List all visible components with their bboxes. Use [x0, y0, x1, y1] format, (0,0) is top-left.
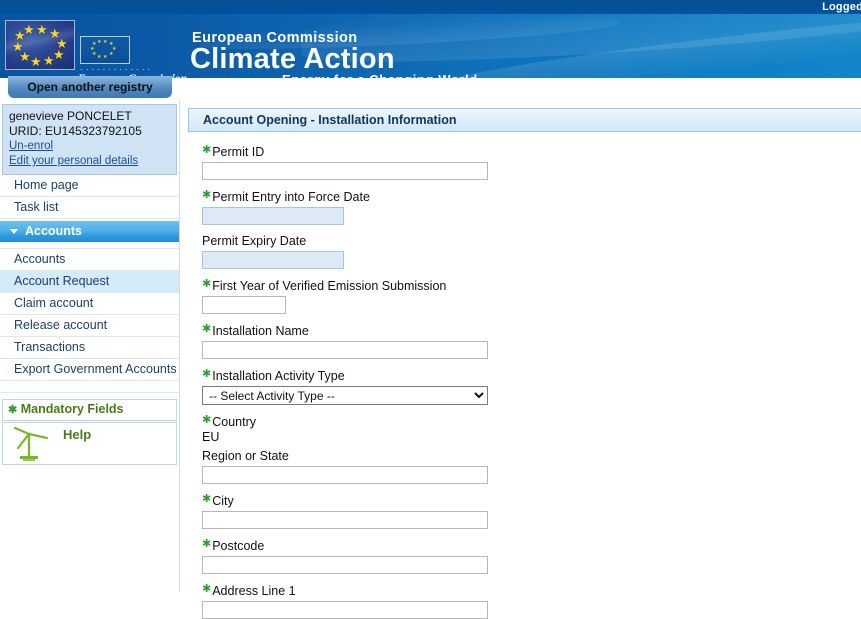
sidebar-section-accounts[interactable]: Accounts	[0, 221, 179, 242]
edit-personal-details-link[interactable]: Edit your personal details	[9, 154, 170, 169]
required-asterisk-icon: ✱	[202, 278, 212, 290]
help-label: Help	[63, 427, 92, 442]
content-row: genevieve PONCELET URID: EU145323792105 …	[0, 100, 861, 619]
chevron-down-icon	[10, 229, 18, 235]
sidebar-item-export-government-accounts[interactable]: Export Government Accounts	[0, 359, 179, 381]
sidebar-subnav: Accounts Account Request Claim account R…	[0, 248, 179, 393]
field-city: ✱City	[202, 493, 861, 529]
region-or-state-input[interactable]	[202, 466, 488, 484]
sidebar-item-home-page[interactable]: Home page	[0, 175, 179, 197]
open-another-registry-tab[interactable]: Open another registry	[8, 76, 172, 98]
asterisk-icon: ✱	[8, 404, 18, 416]
sidebar-section-label: Accounts	[25, 224, 82, 238]
user-info-box: genevieve PONCELET URID: EU145323792105 …	[2, 104, 177, 175]
site-title: Climate Action	[190, 43, 395, 75]
label-text: Country	[212, 415, 256, 429]
first-year-input[interactable]	[202, 296, 286, 314]
address-line-1-label: ✱Address Line 1	[202, 583, 861, 599]
label-text: Installation Name	[212, 324, 309, 338]
postcode-label: ✱Postcode	[202, 538, 861, 554]
installation-name-input[interactable]	[202, 341, 488, 359]
field-region-or-state: Region or State	[202, 449, 861, 484]
field-postcode: ✱Postcode	[202, 538, 861, 574]
sidebar-item-accounts[interactable]: Accounts	[0, 248, 179, 271]
address-line-1-input[interactable]	[202, 601, 488, 619]
sidebar-item-transactions[interactable]: Transactions	[0, 337, 179, 359]
label-text: Permit ID	[212, 145, 265, 159]
field-address-line-1: ✱Address Line 1	[202, 583, 861, 619]
top-strip: Logged	[0, 0, 861, 14]
subnav-spacer	[0, 381, 179, 393]
label-text: Address Line 1	[212, 584, 296, 598]
page-title: Account Opening - Installation Informati…	[188, 108, 861, 132]
sidebar-item-task-list[interactable]: Task list	[0, 197, 179, 219]
required-asterisk-icon: ✱	[202, 493, 212, 505]
field-activity-type: ✱Installation Activity Type -- Select Ac…	[202, 368, 861, 405]
permit-id-input[interactable]	[202, 162, 488, 180]
required-asterisk-icon: ✱	[202, 144, 212, 156]
field-installation-name: ✱Installation Name	[202, 323, 861, 359]
required-asterisk-icon: ✱	[202, 368, 212, 380]
required-asterisk-icon: ✱	[202, 583, 212, 595]
help-box[interactable]: Help	[2, 422, 177, 465]
permit-entry-date-label: ✱Permit Entry into Force Date	[202, 189, 861, 205]
activity-type-select[interactable]: -- Select Activity Type --	[202, 386, 488, 405]
permit-id-label: ✱Permit ID	[202, 144, 861, 160]
country-value: EU	[202, 430, 220, 444]
sidebar-item-release-account[interactable]: Release account	[0, 315, 179, 337]
sidebar: genevieve PONCELET URID: EU145323792105 …	[0, 100, 180, 592]
installation-name-label: ✱Installation Name	[202, 323, 861, 339]
ec-emblem-icon: ★ ★ ★ ★ ★ ★ ★ ★ ★ ★	[80, 36, 130, 64]
required-asterisk-icon: ✱	[202, 538, 212, 550]
label-text: Permit Entry into Force Date	[212, 190, 370, 204]
sidebar-item-account-request[interactable]: Account Request	[0, 271, 179, 293]
eu-flag-icon: ★ ★ ★ ★ ★ ★ ★ ★ ★ ★	[5, 20, 75, 70]
activity-type-label: ✱Installation Activity Type	[202, 368, 861, 384]
permit-entry-date-input[interactable]	[202, 207, 344, 225]
main-content: Account Opening - Installation Informati…	[186, 100, 861, 619]
field-first-year: ✱First Year of Verified Emission Submiss…	[202, 278, 861, 314]
label-text: First Year of Verified Emission Submissi…	[212, 279, 447, 293]
user-name: genevieve PONCELET	[9, 109, 132, 123]
country-label: ✱Country	[202, 414, 861, 430]
city-input[interactable]	[202, 511, 488, 529]
logged-status-text: Logged	[822, 1, 861, 13]
required-asterisk-icon: ✱	[202, 414, 212, 426]
label-text: Installation Activity Type	[212, 369, 345, 383]
permit-expiry-date-label: Permit Expiry Date	[202, 234, 307, 248]
mandatory-fields-legend: ✱ Mandatory Fields	[2, 399, 177, 421]
label-text: Postcode	[212, 539, 265, 553]
field-permit-expiry-date: Permit Expiry Date	[202, 234, 861, 269]
city-label: ✱City	[202, 493, 861, 509]
field-country: ✱Country EU	[202, 414, 861, 445]
wind-turbine-icon	[13, 426, 49, 461]
field-permit-id: ✱Permit ID	[202, 144, 861, 180]
mandatory-fields-label: Mandatory Fields	[20, 402, 124, 416]
permit-expiry-date-input[interactable]	[202, 251, 344, 269]
required-asterisk-icon: ✱	[202, 189, 212, 201]
banner-body: ★ ★ ★ ★ ★ ★ ★ ★ ★ ★ ★ ★ ★ ★ ★ ★ ★ ★ ★ ★ …	[0, 14, 861, 78]
user-urid: URID: EU145323792105	[9, 124, 142, 138]
sidebar-item-claim-account[interactable]: Claim account	[0, 293, 179, 315]
un-enrol-link[interactable]: Un-enrol	[9, 139, 170, 154]
label-text: City	[212, 494, 234, 508]
installation-information-form: ✱Permit ID ✱Permit Entry into Force Date…	[186, 132, 861, 619]
region-or-state-label: Region or State	[202, 449, 289, 463]
postcode-input[interactable]	[202, 556, 488, 574]
required-asterisk-icon: ✱	[202, 323, 212, 335]
first-year-label: ✱First Year of Verified Emission Submiss…	[202, 278, 861, 294]
page-banner: Logged ★ ★ ★ ★ ★ ★ ★ ★ ★ ★ ★ ★ ★ ★ ★ ★ ★	[0, 0, 861, 100]
field-permit-entry-date: ✱Permit Entry into Force Date	[202, 189, 861, 225]
